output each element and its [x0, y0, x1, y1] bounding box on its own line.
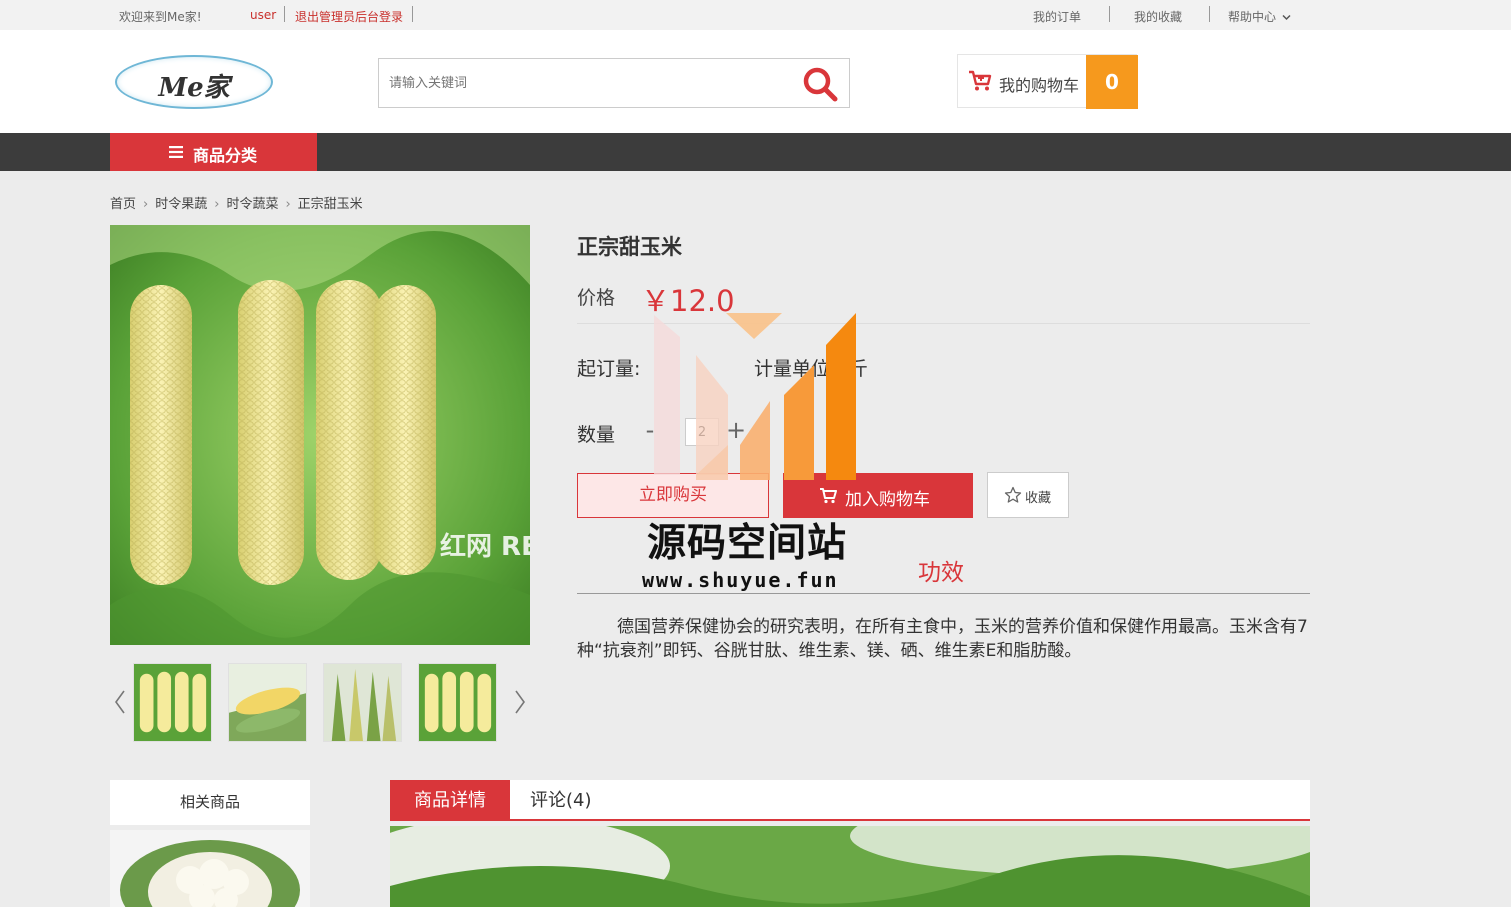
thumbnail-4[interactable]	[418, 663, 497, 742]
chevron-down-icon	[1282, 14, 1291, 21]
welcome-text: 欢迎来到Me家!	[119, 10, 202, 24]
thumb-next-icon[interactable]	[512, 688, 528, 716]
chevron-right-icon: ›	[214, 197, 220, 212]
cart-label: 我的购物车	[999, 76, 1080, 95]
top-bar: 欢迎来到Me家! user 退出管理员后台登录 我的订单 我的收藏 帮助中心	[0, 0, 1511, 30]
quantity-decrease-button[interactable]: -	[642, 416, 658, 444]
divider	[1209, 6, 1210, 22]
logout-link[interactable]: 退出管理员后台登录	[295, 8, 403, 25]
related-products-heading: 相关商品	[110, 780, 310, 825]
category-menu-button[interactable]: 商品分类	[110, 133, 317, 171]
price-value: ￥12.0	[641, 284, 735, 318]
moq-label: 起订量:	[577, 358, 641, 380]
price-label: 价格	[577, 287, 616, 309]
my-orders-link[interactable]: 我的订单	[1033, 8, 1081, 25]
chevron-right-icon: ›	[285, 197, 291, 212]
divider	[577, 593, 1310, 594]
cart-icon	[969, 70, 992, 91]
tab-details[interactable]: 商品详情	[390, 780, 510, 821]
thumbnail-1[interactable]	[133, 663, 212, 742]
detail-tabs: 商品详情 评论(4)	[390, 780, 1310, 821]
cart-button[interactable]: 我的购物车 0	[957, 54, 1138, 109]
watermark-url: www.shuyue.fun	[642, 568, 839, 592]
breadcrumb-item-vegetables[interactable]: 时令蔬菜	[226, 197, 278, 212]
star-icon	[1004, 486, 1022, 503]
product-main-image: 红网 REDNET.CN	[110, 225, 530, 645]
tab-comments[interactable]: 评论(4)	[530, 780, 592, 821]
search-icon[interactable]	[801, 65, 839, 103]
divider	[284, 6, 285, 22]
product-description: 德国营养保健协会的研究表明，在所有主食中，玉米的营养价值和保健作用最高。玉米含有…	[577, 617, 1308, 661]
add-to-cart-label: 加入购物车	[845, 490, 930, 510]
divider	[577, 323, 1310, 324]
site-logo[interactable]: Me家	[115, 55, 273, 109]
quantity-increase-button[interactable]: +	[726, 416, 746, 444]
tab-effect[interactable]: 功效	[918, 553, 964, 587]
breadcrumb-item-current: 正宗甜玉米	[297, 197, 363, 212]
cart-icon	[820, 488, 837, 504]
menu-icon	[169, 146, 183, 158]
breadcrumb: 首页 › 时令果蔬 › 时令蔬菜 › 正宗甜玉米	[110, 193, 363, 212]
nav-bar: 商品分类	[0, 133, 1511, 171]
logo-text: Me家	[158, 73, 230, 103]
thumbnail-3[interactable]	[323, 663, 402, 742]
help-center-label: 帮助中心	[1228, 10, 1277, 24]
thumbnail-2[interactable]	[228, 663, 307, 742]
thumb-prev-icon[interactable]	[112, 688, 128, 716]
search-box	[378, 58, 850, 108]
breadcrumb-item-fruits-veg[interactable]: 时令果蔬	[155, 197, 207, 212]
header: Me家 我的购物车 0	[0, 30, 1511, 133]
category-label: 商品分类	[193, 146, 258, 165]
breadcrumb-item-home[interactable]: 首页	[110, 197, 136, 212]
related-product-image[interactable]	[110, 830, 310, 907]
quantity-input[interactable]	[685, 418, 719, 446]
favorite-label: 收藏	[1025, 491, 1052, 506]
quantity-label: 数量	[577, 424, 616, 446]
product-title: 正宗甜玉米	[577, 235, 682, 259]
my-favorites-link[interactable]: 我的收藏	[1134, 8, 1182, 25]
username-link[interactable]: user	[250, 8, 276, 22]
search-input[interactable]	[389, 73, 789, 93]
divider	[412, 6, 413, 22]
watermark-title: 源码空间站	[647, 521, 848, 566]
help-center-link[interactable]: 帮助中心	[1228, 8, 1291, 25]
unit-label: 计量单位：斤	[754, 358, 869, 380]
cart-count-badge: 0	[1086, 55, 1138, 109]
detail-image	[390, 826, 1310, 907]
divider	[1109, 6, 1110, 22]
favorite-button[interactable]: 收藏	[987, 472, 1069, 518]
chevron-right-icon: ›	[143, 197, 149, 212]
image-watermark: 红网 REDNET.CN	[440, 531, 530, 562]
